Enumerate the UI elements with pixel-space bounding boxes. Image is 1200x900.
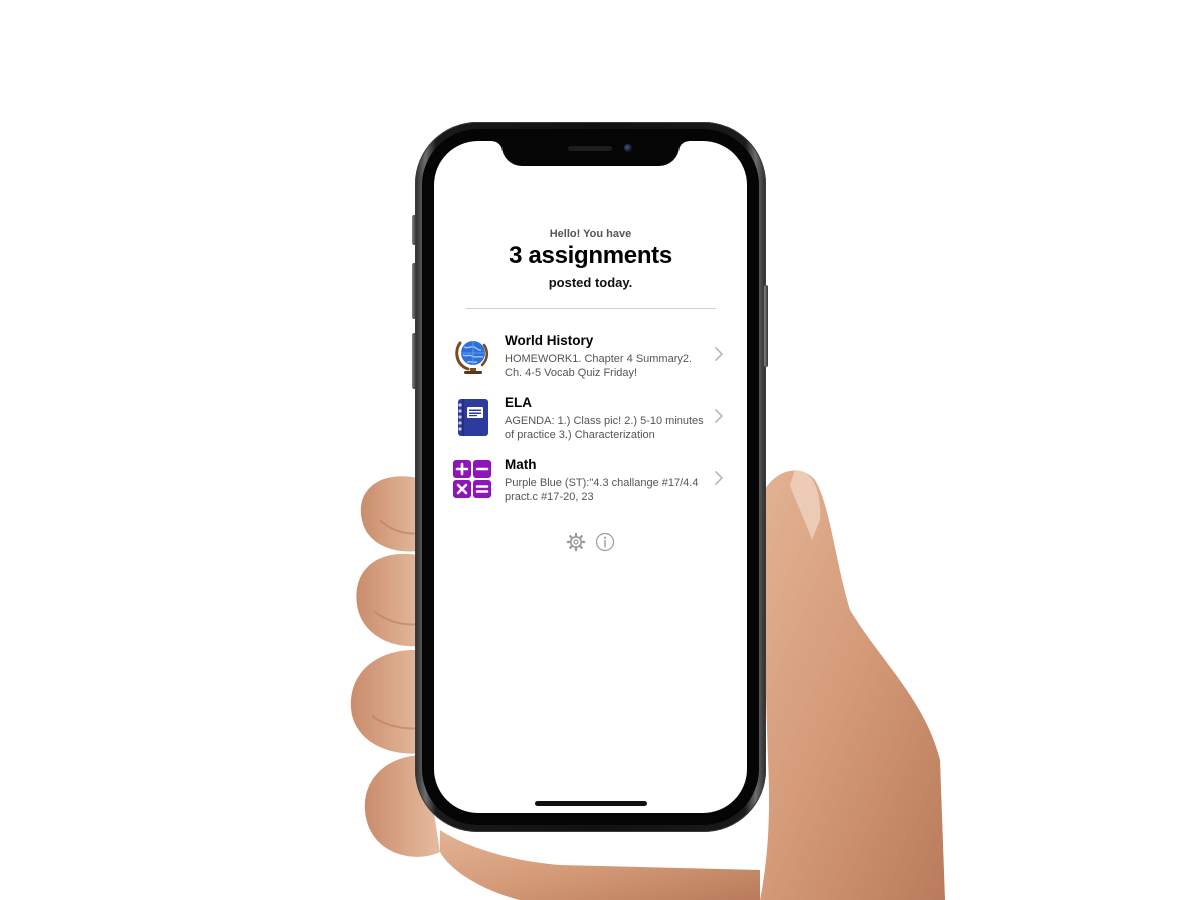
header-divider [466,308,716,309]
volume-up-button-2 [412,263,416,319]
assignment-description: Purple Blue (ST):"4.3 challange #17/4.4 … [505,477,699,503]
footer-toolbar [434,532,747,554]
notch [492,141,689,166]
gear-icon[interactable] [566,532,586,552]
assignment-description: AGENDA: 1.) Class pic! 2.) 5-10 minutes … [505,415,704,441]
volume-up-button [412,215,416,245]
assignment-row-world-history[interactable]: World History HOMEWORK1. Chapter 4 Summa… [452,333,732,395]
assignment-title: ELA [505,395,532,410]
phone-screen: Hello! You have 3 assignments posted tod… [434,141,747,813]
greeting-text: Hello! You have [549,228,632,240]
earpiece-speaker [568,146,612,151]
assignment-list: World History HOMEWORK1. Chapter 4 Summa… [452,333,732,519]
chevron-right-icon [715,471,724,485]
assignment-count-headline: 3 assignments [509,242,672,269]
volume-down-button [412,333,416,389]
assignment-row-math[interactable]: Math Purple Blue (ST):"4.3 challange #17… [452,457,732,519]
power-button [764,285,768,367]
assignment-title: Math [505,457,537,472]
home-indicator[interactable] [535,801,647,806]
math-symbols-icon [453,460,491,498]
assignment-title: World History [505,333,594,348]
photo-stage: Hello! You have 3 assignments posted tod… [0,0,1200,900]
chevron-right-icon [715,347,724,361]
assignment-description: HOMEWORK1. Chapter 4 Summary2. Ch. 4-5 V… [505,353,693,379]
posted-today-text: posted today. [548,275,633,290]
globe-icon [455,341,489,374]
assignment-row-ela[interactable]: ELA AGENDA: 1.) Class pic! 2.) 5-10 minu… [452,395,732,457]
notebook-icon [458,399,488,436]
chevron-right-icon [715,409,724,423]
front-camera [624,144,632,152]
info-icon[interactable] [595,532,615,552]
